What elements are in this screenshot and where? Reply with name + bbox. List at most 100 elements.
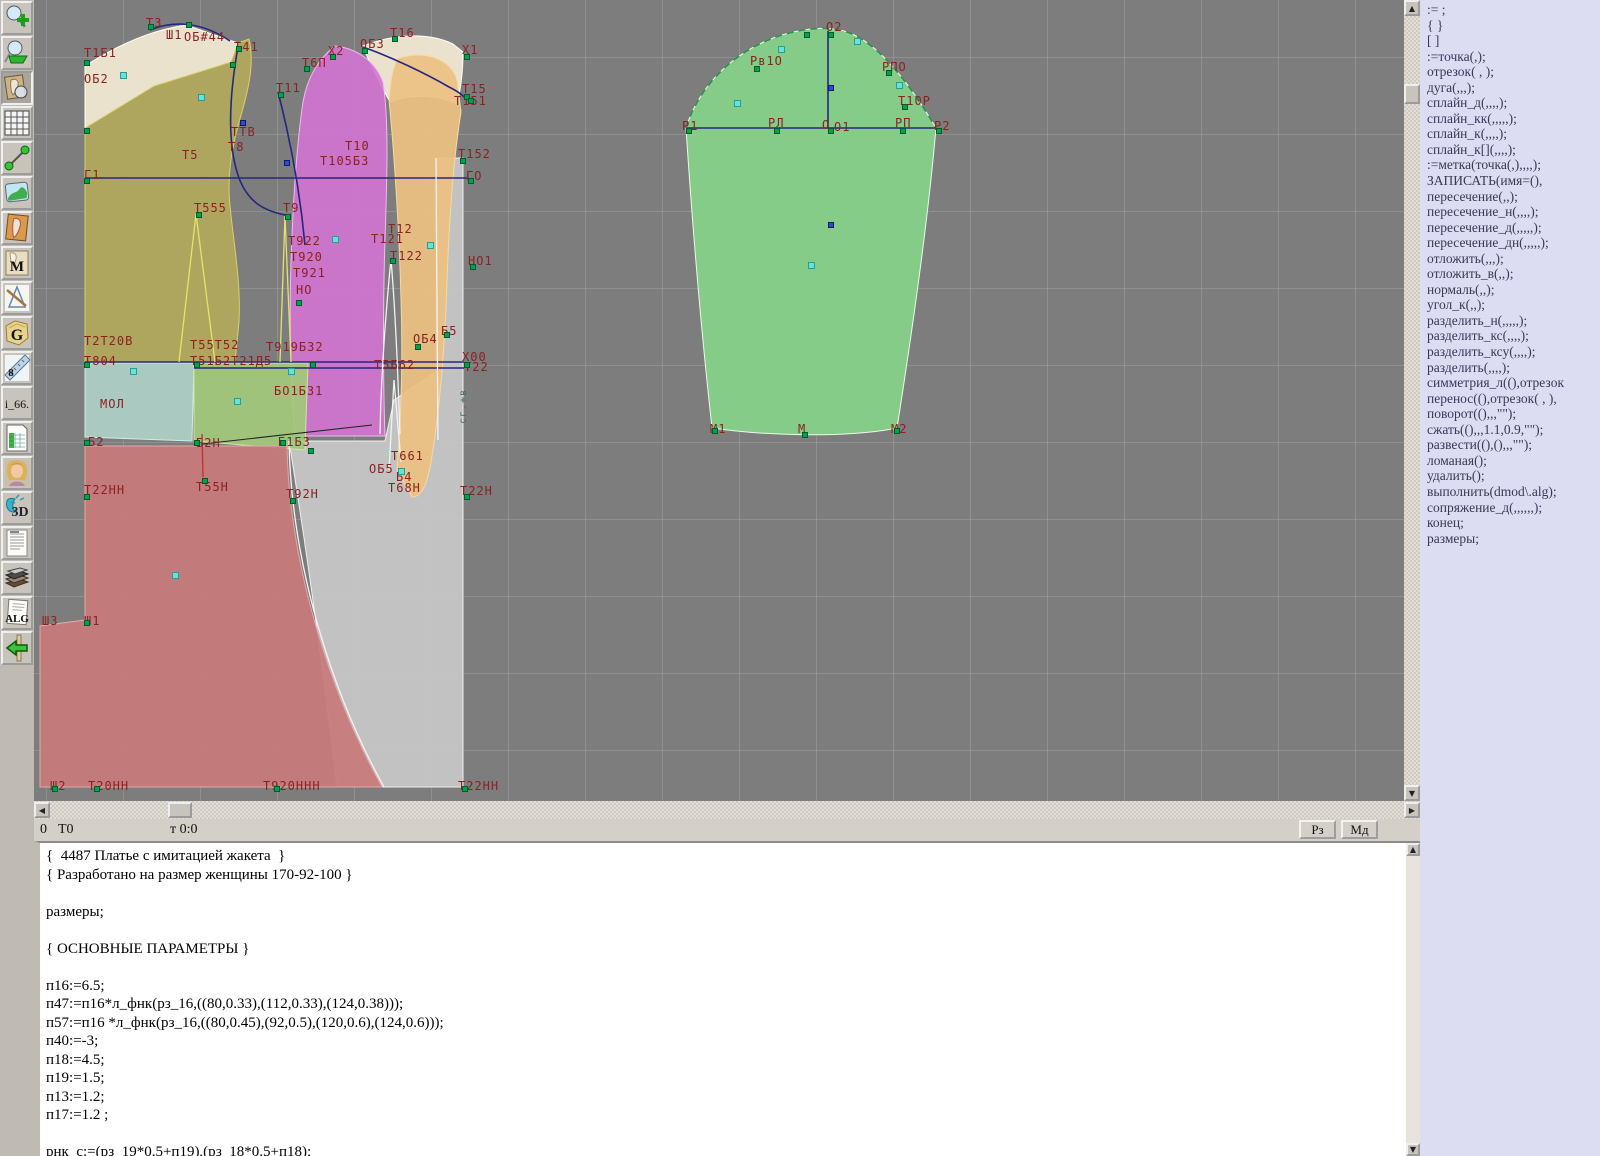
point-marker-cyan[interactable] — [808, 262, 815, 269]
sidebar-command[interactable]: :=точка(,); — [1427, 49, 1600, 65]
segment-button[interactable] — [1, 141, 33, 175]
point-marker-green[interactable] — [390, 258, 396, 264]
point-marker-green[interactable] — [84, 494, 90, 500]
point-marker-cyan[interactable] — [734, 100, 741, 107]
sidebar-command[interactable]: разделить_кс(,,,,); — [1427, 328, 1600, 344]
sidebar-command[interactable]: отложить(,,,); — [1427, 251, 1600, 267]
point-marker-green[interactable] — [202, 478, 208, 484]
point-marker-green[interactable] — [84, 440, 90, 446]
point-marker-green[interactable] — [362, 48, 368, 54]
code-scrollbar[interactable]: ▲ ▼ — [1406, 843, 1420, 1156]
sidebar-command[interactable]: поворот((),,,""); — [1427, 406, 1600, 422]
sidebar-command[interactable]: пересечение_н(,,,,); — [1427, 204, 1600, 220]
point-marker-green[interactable] — [464, 54, 470, 60]
horizontal-scroll-thumb[interactable] — [168, 802, 192, 818]
sidebar-command[interactable]: ЗАПИСАТЬ(имя=(), — [1427, 173, 1600, 189]
point-marker-green[interactable] — [94, 786, 100, 792]
point-marker-green[interactable] — [828, 32, 834, 38]
point-marker-green[interactable] — [470, 264, 476, 270]
scroll-left-button[interactable]: ◀ — [34, 802, 50, 818]
point-marker-green[interactable] — [886, 70, 892, 76]
point-marker-blue[interactable] — [828, 85, 834, 91]
point-marker-green[interactable] — [236, 46, 242, 52]
code-line[interactable] — [46, 958, 444, 977]
point-marker-green[interactable] — [194, 362, 200, 368]
sidebar-command[interactable]: отрезок( , ); — [1427, 64, 1600, 80]
point-marker-green[interactable] — [464, 362, 470, 368]
point-marker-green[interactable] — [290, 498, 296, 504]
rz-button[interactable]: Рз — [1299, 820, 1336, 839]
point-marker-green[interactable] — [392, 36, 398, 42]
canvas-horizontal-scrollbar[interactable]: ◀ ▶ — [34, 801, 1420, 819]
point-marker-green[interactable] — [894, 428, 900, 434]
g-tool-button[interactable]: G — [1, 316, 33, 350]
code-line[interactable] — [46, 884, 444, 903]
code-line[interactable]: п18:=4.5; — [46, 1051, 444, 1070]
sidebar-command[interactable]: выполнить(dmod\.alg); — [1427, 484, 1600, 500]
point-marker-blue[interactable] — [240, 120, 246, 126]
point-marker-cyan[interactable] — [332, 236, 339, 243]
code-line[interactable]: размеры; — [46, 903, 444, 922]
point-marker-green[interactable] — [804, 32, 810, 38]
point-marker-cyan[interactable] — [234, 398, 241, 405]
sidebar-command[interactable]: пересечение_дн(,,,,,); — [1427, 235, 1600, 251]
portrait-button[interactable] — [1, 456, 33, 490]
point-marker-green[interactable] — [84, 178, 90, 184]
point-marker-cyan[interactable] — [198, 94, 205, 101]
point-marker-green[interactable] — [460, 158, 466, 164]
zoom-out-button[interactable] — [1, 36, 33, 70]
point-marker-cyan[interactable] — [896, 82, 903, 89]
sidebar-command[interactable]: сплайн_к(,,,,); — [1427, 126, 1600, 142]
code-line[interactable]: { ОСНОВНЫЕ ПАРАМЕТРЫ } — [46, 940, 444, 959]
point-marker-green[interactable] — [828, 128, 834, 134]
point-marker-green[interactable] — [186, 22, 192, 28]
code-line[interactable]: п40:=-3; — [46, 1032, 444, 1051]
point-marker-green[interactable] — [900, 128, 906, 134]
point-marker-green[interactable] — [902, 104, 908, 110]
sidebar-command[interactable]: сопряжение_д(,,,,,,); — [1427, 500, 1600, 516]
point-marker-green[interactable] — [148, 24, 154, 30]
point-marker-blue[interactable] — [284, 160, 290, 166]
books-button[interactable] — [1, 561, 33, 595]
sidebar-command[interactable]: конец; — [1427, 515, 1600, 531]
point-marker-green[interactable] — [686, 128, 692, 134]
point-marker-green[interactable] — [774, 128, 780, 134]
point-marker-green[interactable] — [194, 440, 200, 446]
point-marker-green[interactable] — [330, 54, 336, 60]
sidebar-command[interactable]: разделить_н(,,,,,); — [1427, 313, 1600, 329]
code-line[interactable]: п57:=п16 *л_фнк(рз_16,((80,0.45),(92,0.5… — [46, 1014, 444, 1033]
document-button[interactable] — [1, 526, 33, 560]
sidebar-command[interactable]: разделить_ксу(,,,,); — [1427, 344, 1600, 360]
sidebar-command[interactable]: разделить(,,,,); — [1427, 360, 1600, 376]
point-marker-green[interactable] — [468, 98, 474, 104]
point-marker-green[interactable] — [464, 494, 470, 500]
point-marker-green[interactable] — [84, 128, 90, 134]
vertical-scroll-thumb[interactable] — [1404, 84, 1420, 104]
point-marker-green[interactable] — [285, 214, 291, 220]
point-marker-cyan[interactable] — [288, 368, 295, 375]
sidebar-command[interactable]: пересечение_д(,,,,,); — [1427, 220, 1600, 236]
point-marker-green[interactable] — [84, 620, 90, 626]
point-marker-green[interactable] — [274, 786, 280, 792]
code-line[interactable]: п16:=6.5; — [46, 977, 444, 996]
sidebar-command[interactable]: сжать((),,,1.1,0.9,""); — [1427, 422, 1600, 438]
sidebar-command[interactable]: нормаль(,,); — [1427, 282, 1600, 298]
point-marker-green[interactable] — [52, 786, 58, 792]
i66-button[interactable]: i_66. — [1, 386, 33, 420]
point-marker-cyan[interactable] — [172, 572, 179, 579]
point-marker-green[interactable] — [196, 212, 202, 218]
canvas-vertical-scrollbar[interactable]: ▲ ▼ — [1404, 0, 1420, 801]
code-line[interactable]: п13:=1.2; — [46, 1088, 444, 1107]
point-marker-green[interactable] — [802, 432, 808, 438]
scroll-right-button[interactable]: ▶ — [1404, 802, 1420, 818]
exit-button[interactable] — [1, 631, 33, 665]
drawing-canvas[interactable]: Т3Ш1ОБ#44Т41Т1Б1ОБ2Х2Т6ПОБ3Т16Х1Т15Т151Т… — [34, 0, 1404, 801]
pattern-m-button[interactable]: M — [1, 246, 33, 280]
point-marker-green[interactable] — [415, 344, 421, 350]
point-marker-cyan[interactable] — [427, 242, 434, 249]
point-marker-green[interactable] — [278, 92, 284, 98]
point-marker-green[interactable] — [304, 66, 310, 72]
code-line[interactable]: { 4487 Платье с имитацией жакета } — [46, 847, 444, 866]
drafting-tools-button[interactable] — [1, 281, 33, 315]
point-marker-cyan[interactable] — [854, 38, 861, 45]
